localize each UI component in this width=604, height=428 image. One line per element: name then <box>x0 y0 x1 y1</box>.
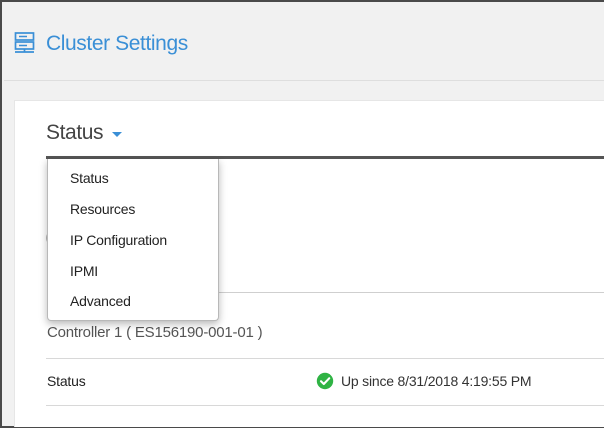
controller-heading: Controller 1 ( ES156190-001-01 ) <box>47 324 263 341</box>
server-settings-icon <box>14 32 35 53</box>
status-label: Status <box>47 373 86 389</box>
status-value: Up since 8/31/2018 4:19:55 PM <box>316 371 532 391</box>
dropdown-item-advanced[interactable]: Advanced <box>70 291 131 311</box>
page-header: Cluster Settings <box>4 4 604 81</box>
section-selector-label: Status <box>46 121 104 144</box>
dropdown-item-status[interactable]: Status <box>70 168 109 188</box>
section-dropdown-menu: Status Resources IP Configuration IPMI A… <box>47 159 219 321</box>
caret-down-icon <box>112 132 123 137</box>
section-selector-button[interactable]: Status <box>46 119 123 147</box>
dropdown-item-ip-configuration[interactable]: IP Configuration <box>70 230 167 250</box>
dropdown-item-resources[interactable]: Resources <box>70 199 135 219</box>
page-title: Cluster Settings <box>46 32 188 55</box>
dropdown-item-ipmi[interactable]: IPMI <box>70 261 98 281</box>
status-row: Status Up since 8/31/2018 4:19:55 PM <box>46 358 604 406</box>
status-value-text: Up since 8/31/2018 4:19:55 PM <box>341 373 532 389</box>
app-frame: Cluster Settings Status Controller 1 ( E… <box>0 0 604 428</box>
check-circle-icon <box>316 372 334 390</box>
